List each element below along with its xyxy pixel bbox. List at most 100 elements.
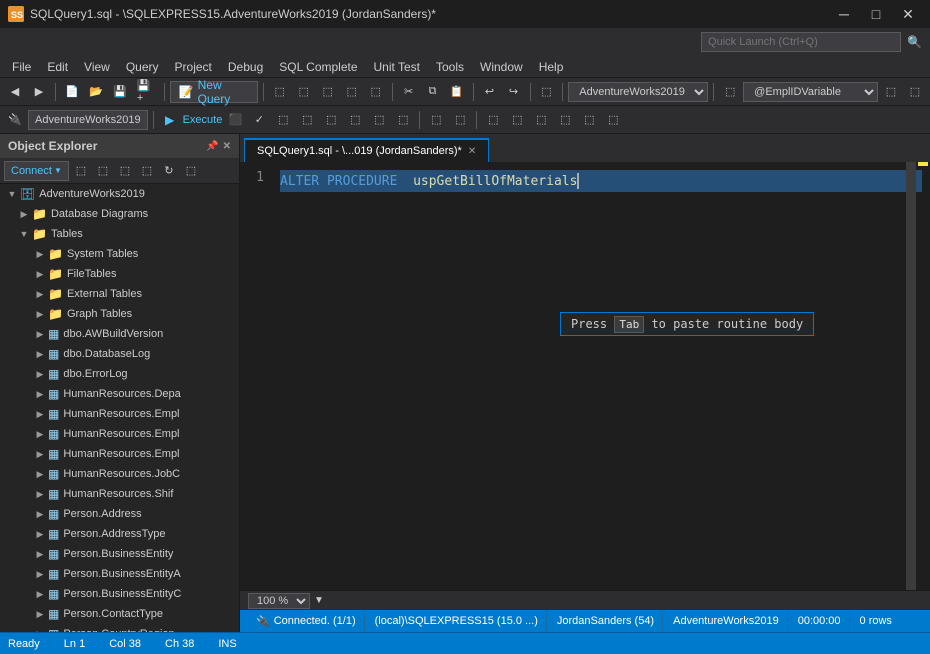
expand-icon[interactable]: ▶ xyxy=(32,569,48,580)
tb2-btn-3[interactable]: ⬚ xyxy=(320,109,342,131)
tb2-extra-3[interactable]: ⬚ xyxy=(530,109,552,131)
oe-filter-btn[interactable]: ⬚ xyxy=(115,161,135,181)
expand-icon[interactable]: ▶ xyxy=(32,429,48,440)
tb-icon-1[interactable]: ⬚ xyxy=(719,81,741,103)
tb2-btn-6[interactable]: ⬚ xyxy=(392,109,414,131)
tree-item-person-countryregion[interactable]: ▶ ▦ Person.CountryRegion xyxy=(0,624,239,632)
expand-icon[interactable]: ▼ xyxy=(16,229,32,239)
tree-item-adventureworks[interactable]: ▼ 🗄 AdventureWorks2019 xyxy=(0,184,239,204)
tree-item-hr-jobc[interactable]: ▶ ▦ HumanResources.JobC xyxy=(0,464,239,484)
oe-disconnect-btn[interactable]: ⬚ xyxy=(71,161,91,181)
menu-project[interactable]: Project xyxy=(167,56,220,78)
database-selector[interactable]: AdventureWorks2019 xyxy=(568,82,708,102)
oe-connect-dropdown[interactable]: ▼ xyxy=(54,166,62,175)
tree-item-person-be[interactable]: ▶ ▦ Person.BusinessEntity xyxy=(0,544,239,564)
tree-item-person-contacttype[interactable]: ▶ ▦ Person.ContactType xyxy=(0,604,239,624)
tb-icon-3[interactable]: ⬚ xyxy=(904,81,926,103)
tree-item-person-addresstype[interactable]: ▶ ▦ Person.AddressType xyxy=(0,524,239,544)
tree-item-hr-dept[interactable]: ▶ ▦ HumanResources.Depa xyxy=(0,384,239,404)
forward-button[interactable]: ▶ xyxy=(28,81,50,103)
tb-btn-5[interactable]: ⬚ xyxy=(365,81,387,103)
tb2-extra-1[interactable]: ⬚ xyxy=(482,109,504,131)
tb2-extra-5[interactable]: ⬚ xyxy=(578,109,600,131)
oe-collapse-btn[interactable]: ⬚ xyxy=(137,161,157,181)
oe-settings-btn[interactable]: ⬚ xyxy=(181,161,201,181)
expand-icon[interactable]: ▶ xyxy=(32,329,48,340)
close-button[interactable]: ✕ xyxy=(894,4,922,24)
tree-item-filetables[interactable]: ▶ 📁 FileTables xyxy=(0,264,239,284)
copy-button[interactable]: ⧉ xyxy=(422,81,444,103)
cut-button[interactable]: ✂ xyxy=(398,81,420,103)
expand-icon[interactable]: ▶ xyxy=(16,209,32,220)
tree-item-hr-empl2[interactable]: ▶ ▦ HumanResources.Empl xyxy=(0,424,239,444)
tb2-btn-5[interactable]: ⬚ xyxy=(368,109,390,131)
expand-icon[interactable]: ▶ xyxy=(32,369,48,380)
menu-sql-complete[interactable]: SQL Complete xyxy=(271,56,365,78)
tree-item-external-tables[interactable]: ▶ 📁 External Tables xyxy=(0,284,239,304)
menu-tools[interactable]: Tools xyxy=(428,56,472,78)
paste-button[interactable]: 📋 xyxy=(446,81,468,103)
parse-button[interactable]: ✓ xyxy=(248,109,270,131)
menu-query[interactable]: Query xyxy=(118,56,167,78)
editor-scrollbar[interactable] xyxy=(906,162,916,590)
tb-icon-2[interactable]: ⬚ xyxy=(880,81,902,103)
tree-item-system-tables[interactable]: ▶ 📁 System Tables xyxy=(0,244,239,264)
tree-item-hr-empl3[interactable]: ▶ ▦ HumanResources.Empl xyxy=(0,444,239,464)
execute-button[interactable]: ▶ xyxy=(159,109,181,131)
expand-icon[interactable]: ▼ xyxy=(4,189,20,199)
expand-icon[interactable]: ▶ xyxy=(32,529,48,540)
zoom-arrow[interactable]: ▼ xyxy=(314,595,324,606)
undo-button[interactable]: ↩ xyxy=(479,81,501,103)
new-file-button[interactable]: 📄 xyxy=(61,81,83,103)
save-all-button[interactable]: 💾+ xyxy=(133,81,159,103)
connect-button[interactable]: 🔌 xyxy=(4,109,26,131)
menu-edit[interactable]: Edit xyxy=(39,56,76,78)
debug-button[interactable]: ⬚ xyxy=(535,81,557,103)
expand-icon[interactable]: ▶ xyxy=(32,549,48,560)
expand-icon[interactable]: ▶ xyxy=(32,309,48,320)
open-file-button[interactable]: 📂 xyxy=(85,81,107,103)
tree-item-diagrams[interactable]: ▶ 📁 Database Diagrams xyxy=(0,204,239,224)
tree-item-databaselog[interactable]: ▶ ▦ dbo.DatabaseLog xyxy=(0,344,239,364)
pin-icon[interactable]: 📌 xyxy=(206,141,218,152)
db-display[interactable]: AdventureWorks2019 xyxy=(28,110,148,130)
variable-selector[interactable]: @EmplIDVariable xyxy=(743,82,878,102)
tb2-extra-2[interactable]: ⬚ xyxy=(506,109,528,131)
expand-icon[interactable]: ▶ xyxy=(32,609,48,620)
tree-item-errorlog[interactable]: ▶ ▦ dbo.ErrorLog xyxy=(0,364,239,384)
zoom-selector[interactable]: 100 % xyxy=(248,593,310,609)
menu-help[interactable]: Help xyxy=(531,56,572,78)
menu-window[interactable]: Window xyxy=(472,56,531,78)
tree-item-person-bea[interactable]: ▶ ▦ Person.BusinessEntityA xyxy=(0,564,239,584)
tb2-results-btn[interactable]: ⬚ xyxy=(425,109,447,131)
editor-area[interactable]: 1 ALTER PROCEDURE uspGetBillOfMaterials … xyxy=(240,162,930,590)
editor-tab-close-icon[interactable]: ✕ xyxy=(468,146,476,157)
expand-icon[interactable]: ▶ xyxy=(32,249,48,260)
expand-icon[interactable]: ▶ xyxy=(32,269,48,280)
expand-icon[interactable]: ▶ xyxy=(32,509,48,520)
tb2-extra-4[interactable]: ⬚ xyxy=(554,109,576,131)
tree-item-tables[interactable]: ▼ 📁 Tables xyxy=(0,224,239,244)
oe-refresh-btn[interactable]: ⬚ xyxy=(93,161,113,181)
tree-item-hr-empl1[interactable]: ▶ ▦ HumanResources.Empl xyxy=(0,404,239,424)
tree-item-person-address[interactable]: ▶ ▦ Person.Address xyxy=(0,504,239,524)
expand-icon[interactable]: ▶ xyxy=(32,409,48,420)
menu-debug[interactable]: Debug xyxy=(220,56,271,78)
code-content[interactable]: ALTER PROCEDURE uspGetBillOfMaterials xyxy=(280,170,922,192)
oe-refresh2-btn[interactable]: ↻ xyxy=(159,161,179,181)
tb-btn-4[interactable]: ⬚ xyxy=(341,81,363,103)
tb2-btn-1[interactable]: ⬚ xyxy=(272,109,294,131)
execute-label[interactable]: Execute xyxy=(183,114,223,126)
tb2-extra-6[interactable]: ⬚ xyxy=(602,109,624,131)
expand-icon[interactable]: ▶ xyxy=(32,469,48,480)
tree-item-graph-tables[interactable]: ▶ 📁 Graph Tables xyxy=(0,304,239,324)
menu-file[interactable]: File xyxy=(4,56,39,78)
quick-launch-input[interactable] xyxy=(701,32,901,52)
tb-btn-1[interactable]: ⬚ xyxy=(269,81,291,103)
new-query-button[interactable]: 📝 New Query xyxy=(170,81,258,103)
expand-icon[interactable]: ▶ xyxy=(32,449,48,460)
tree-item-hr-shift[interactable]: ▶ ▦ HumanResources.Shif xyxy=(0,484,239,504)
expand-icon[interactable]: ▶ xyxy=(32,629,48,633)
tb2-btn-2[interactable]: ⬚ xyxy=(296,109,318,131)
oe-close-icon[interactable]: ✕ xyxy=(223,141,231,152)
